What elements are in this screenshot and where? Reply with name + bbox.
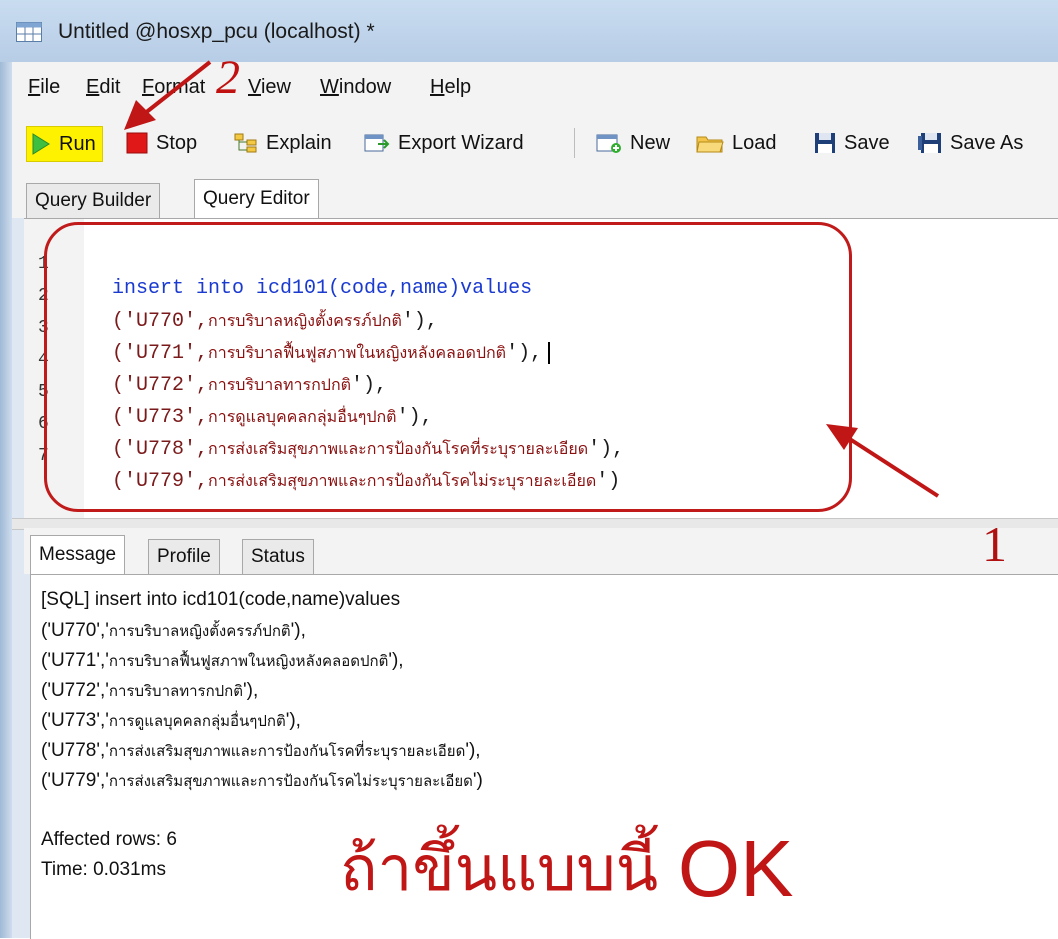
row-thai: การบริบาลทารกปกติ <box>108 682 243 700</box>
row-tail: '), <box>388 650 404 671</box>
window-title: Untitled @hosxp_pcu (localhost) * <box>58 20 375 43</box>
title-bar: Untitled @hosxp_pcu (localhost) * <box>0 0 1058 62</box>
row-tail: '), <box>243 680 259 701</box>
ok-latin-text: OK <box>677 824 794 913</box>
menu-window[interactable]: Window <box>320 76 391 99</box>
tab-message[interactable]: Message <box>30 535 126 574</box>
save-as-button[interactable]: Save As <box>918 126 1023 160</box>
save-button[interactable]: Save <box>814 126 890 160</box>
export-label: Export Wizard <box>398 131 524 154</box>
row-code: ('U770',' <box>41 620 109 641</box>
menu-help[interactable]: Help <box>430 76 471 99</box>
annotation-number-one: 1 <box>982 516 1007 572</box>
row-thai: การส่งเสริมสุขภาพและการป้องกันโรคไม่ระบุ… <box>108 772 473 790</box>
ok-annotation: ถ้าขึ้นแบบนี้ OK <box>340 820 794 918</box>
row-tail: '), <box>290 620 306 641</box>
row-thai: การดูแลบุคคลกลุ่มอื่นๆปกติ <box>108 712 286 730</box>
result-tabs: Message Profile Status <box>24 528 1058 574</box>
table-icon <box>16 22 42 42</box>
menu-view[interactable]: View <box>248 76 291 99</box>
new-label: New <box>630 131 671 154</box>
load-label: Load <box>732 131 777 154</box>
message-row: ('U770','การบริบาลหญิงตั้งครรภ์ปกติ'), <box>41 619 306 643</box>
arrow-icon <box>124 60 212 130</box>
arrow-icon <box>826 424 940 498</box>
save-as-label: Save As <box>950 131 1024 154</box>
row-thai: การส่งเสริมสุขภาพและการป้องกันโรคที่ระบุ… <box>108 742 466 760</box>
play-icon <box>32 133 50 155</box>
row-code: ('U778',' <box>41 740 109 761</box>
sql-statement: [SQL] insert into icd101(code,name)value… <box>41 589 401 610</box>
affected-rows: Affected rows: 6 <box>41 829 177 850</box>
row-code: ('U772',' <box>41 680 109 701</box>
row-thai: การบริบาลหญิงตั้งครรภ์ปกติ <box>108 622 291 640</box>
new-button[interactable]: New <box>596 126 670 160</box>
row-tail: '), <box>285 710 301 731</box>
row-code: ('U779',' <box>41 770 109 791</box>
execution-time: Time: 0.031ms <box>41 859 166 880</box>
row-tail: '), <box>465 740 481 761</box>
folder-icon <box>696 136 724 153</box>
tab-profile[interactable]: Profile <box>148 539 220 574</box>
save-label: Save <box>844 131 890 154</box>
row-thai: การบริบาลฟื้นฟูสภาพในหญิงหลังคลอดปกติ <box>108 652 389 670</box>
message-row: ('U779','การส่งเสริมสุขภาพและการป้องกันโ… <box>41 769 483 793</box>
row-code: ('U771',' <box>41 650 109 671</box>
run-label: Run <box>59 132 96 155</box>
app-window: Untitled @hosxp_pcu (localhost) * File E… <box>0 0 1058 939</box>
save-as-icon <box>918 133 941 153</box>
message-row: ('U773','การดูแลบุคคลกลุ่มอื่นๆปกติ'), <box>41 709 301 733</box>
explain-label: Explain <box>266 131 332 154</box>
export-icon <box>364 134 390 152</box>
ok-thai-text: ถ้าขึ้นแบบนี้ <box>340 832 659 905</box>
load-button[interactable]: Load <box>696 126 777 160</box>
message-row: ('U772','การบริบาลทารกปกติ'), <box>41 679 258 703</box>
menu-file[interactable]: File <box>28 76 60 99</box>
explain-button[interactable]: Explain <box>234 126 332 160</box>
row-tail: ') <box>472 770 483 791</box>
run-button[interactable]: Run <box>26 126 103 162</box>
tab-query-editor[interactable]: Query Editor <box>194 179 319 218</box>
tab-status[interactable]: Status <box>242 539 314 574</box>
export-wizard-button[interactable]: Export Wizard <box>364 126 524 160</box>
new-table-icon <box>596 134 621 153</box>
tab-query-builder[interactable]: Query Builder <box>26 183 161 218</box>
toolbar-separator <box>574 128 575 158</box>
row-code: ('U773',' <box>41 710 109 731</box>
explain-icon <box>234 133 257 153</box>
message-row: ('U771','การบริบาลฟื้นฟูสภาพในหญิงหลังคล… <box>41 649 404 673</box>
editor-tabs: Query Builder Query Editor <box>12 174 1058 218</box>
annotation-callout <box>44 222 852 512</box>
window-border <box>0 62 12 938</box>
message-row: ('U778','การส่งเสริมสุขภาพและการป้องกันโ… <box>41 739 481 763</box>
floppy-icon <box>815 133 835 153</box>
